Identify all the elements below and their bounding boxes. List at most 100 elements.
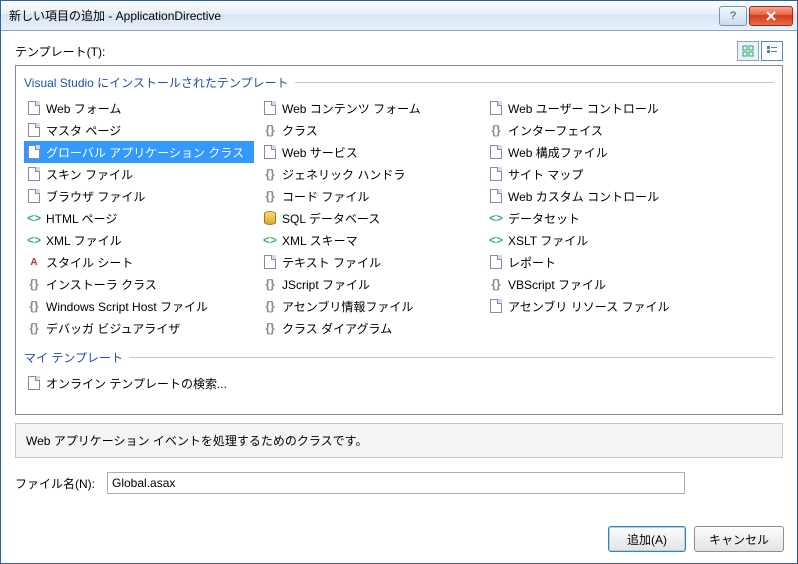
template-item[interactable]: <>データセット: [486, 207, 726, 229]
template-label: インターフェイス: [508, 122, 603, 139]
template-label: コード ファイル: [282, 188, 369, 205]
template-item[interactable]: Web 構成ファイル: [486, 141, 726, 163]
template-item[interactable]: <>XML スキーマ: [260, 229, 480, 251]
template-label: サイト マップ: [508, 166, 583, 183]
help-button[interactable]: ?: [719, 6, 747, 26]
template-label: アセンブリ リソース ファイル: [508, 298, 669, 315]
title-bar: 新しい項目の追加 - ApplicationDirective ?: [1, 1, 797, 31]
view-toggle: [737, 41, 783, 61]
template-item[interactable]: {}コード ファイル: [260, 185, 480, 207]
template-label: アセンブリ情報ファイル: [282, 298, 413, 315]
template-item[interactable]: {}Windows Script Host ファイル: [24, 295, 254, 317]
template-icon: {}: [262, 320, 278, 336]
template-icon: <>: [26, 232, 42, 248]
template-item[interactable]: Web コンテンツ フォーム: [260, 97, 480, 119]
template-item[interactable]: オンライン テンプレートの検索...: [24, 372, 774, 394]
template-icon: [26, 166, 42, 182]
template-item[interactable]: Aスタイル シート: [24, 251, 254, 273]
view-small-icons-button[interactable]: [761, 41, 783, 61]
template-label: マスタ ページ: [46, 122, 121, 139]
template-item[interactable]: Web サービス: [260, 141, 480, 163]
template-icon: [488, 166, 504, 182]
template-icon: {}: [262, 188, 278, 204]
template-label: グローバル アプリケーション クラス: [46, 144, 244, 161]
template-icon: {}: [488, 276, 504, 292]
templates-grid: Web フォームマスタ ページグローバル アプリケーション クラススキン ファイ…: [24, 97, 774, 339]
template-label: VBScript ファイル: [508, 276, 606, 293]
template-icon: [488, 100, 504, 116]
view-large-icons-button[interactable]: [737, 41, 759, 61]
template-icon: [488, 188, 504, 204]
template-item[interactable]: スキン ファイル: [24, 163, 254, 185]
close-icon: [766, 11, 776, 21]
template-icon: {}: [26, 276, 42, 292]
template-icon: {}: [262, 122, 278, 138]
filename-label: ファイル名(N):: [15, 475, 95, 492]
template-icon: [488, 254, 504, 270]
close-button[interactable]: [749, 6, 793, 26]
template-icon: [26, 100, 42, 116]
template-label: デバッガ ビジュアライザ: [46, 320, 180, 337]
template-icon: A: [26, 254, 42, 270]
template-item[interactable]: {}JScript ファイル: [260, 273, 480, 295]
template-icon: <>: [488, 232, 504, 248]
template-item[interactable]: {}インストーラ クラス: [24, 273, 254, 295]
template-item[interactable]: <>XML ファイル: [24, 229, 254, 251]
template-label: Web フォーム: [46, 100, 121, 117]
template-label: スタイル シート: [46, 254, 133, 271]
template-item[interactable]: {}クラス: [260, 119, 480, 141]
template-item[interactable]: アセンブリ リソース ファイル: [486, 295, 726, 317]
template-item[interactable]: マスタ ページ: [24, 119, 254, 141]
template-label: Web カスタム コントロール: [508, 188, 659, 205]
template-label: ブラウザ ファイル: [46, 188, 145, 205]
template-item[interactable]: {}デバッガ ビジュアライザ: [24, 317, 254, 339]
template-item[interactable]: <>XSLT ファイル: [486, 229, 726, 251]
template-label: SQL データベース: [282, 210, 380, 227]
template-icon: [262, 254, 278, 270]
template-item[interactable]: {}ジェネリック ハンドラ: [260, 163, 480, 185]
filename-input[interactable]: [107, 472, 685, 494]
template-label: データセット: [508, 210, 580, 227]
small-icons-icon: [766, 45, 778, 57]
template-label: Windows Script Host ファイル: [46, 298, 208, 315]
template-label: クラス ダイアグラム: [282, 320, 392, 337]
template-item[interactable]: Web カスタム コントロール: [486, 185, 726, 207]
template-label: スキン ファイル: [46, 166, 133, 183]
template-icon: [262, 210, 278, 226]
template-item[interactable]: テキスト ファイル: [260, 251, 480, 273]
add-button[interactable]: 追加(A): [608, 526, 686, 552]
template-label: HTML ページ: [46, 210, 117, 227]
template-icon: {}: [262, 298, 278, 314]
template-list[interactable]: Visual Studio にインストールされたテンプレート Web フォームマ…: [15, 65, 783, 415]
template-icon: {}: [262, 166, 278, 182]
template-item[interactable]: グローバル アプリケーション クラス: [24, 141, 254, 163]
template-icon: <>: [262, 232, 278, 248]
template-label: Web 構成ファイル: [508, 144, 608, 161]
template-item[interactable]: Web フォーム: [24, 97, 254, 119]
template-item[interactable]: {}アセンブリ情報ファイル: [260, 295, 480, 317]
template-icon: [262, 100, 278, 116]
template-item[interactable]: サイト マップ: [486, 163, 726, 185]
window-title: 新しい項目の追加 - ApplicationDirective: [9, 7, 719, 24]
template-item[interactable]: レポート: [486, 251, 726, 273]
template-label: クラス: [282, 122, 318, 139]
template-item[interactable]: SQL データベース: [260, 207, 480, 229]
my-templates-grid: オンライン テンプレートの検索...: [24, 372, 774, 394]
description-panel: Web アプリケーション イベントを処理するためのクラスです。: [15, 423, 783, 458]
template-item[interactable]: {}インターフェイス: [486, 119, 726, 141]
template-icon: [488, 298, 504, 314]
dialog-buttons: 追加(A) キャンセル: [608, 526, 784, 552]
template-icon: [488, 144, 504, 160]
template-item[interactable]: Web ユーザー コントロール: [486, 97, 726, 119]
template-item[interactable]: <>HTML ページ: [24, 207, 254, 229]
template-item[interactable]: ブラウザ ファイル: [24, 185, 254, 207]
template-item[interactable]: {}クラス ダイアグラム: [260, 317, 480, 339]
template-icon: {}: [262, 276, 278, 292]
template-label: テキスト ファイル: [282, 254, 381, 271]
template-label: Web ユーザー コントロール: [508, 100, 659, 117]
template-item[interactable]: {}VBScript ファイル: [486, 273, 726, 295]
template-label: XML ファイル: [46, 232, 122, 249]
cancel-button[interactable]: キャンセル: [694, 526, 784, 552]
window-buttons: ?: [719, 6, 793, 26]
template-icon: <>: [488, 210, 504, 226]
